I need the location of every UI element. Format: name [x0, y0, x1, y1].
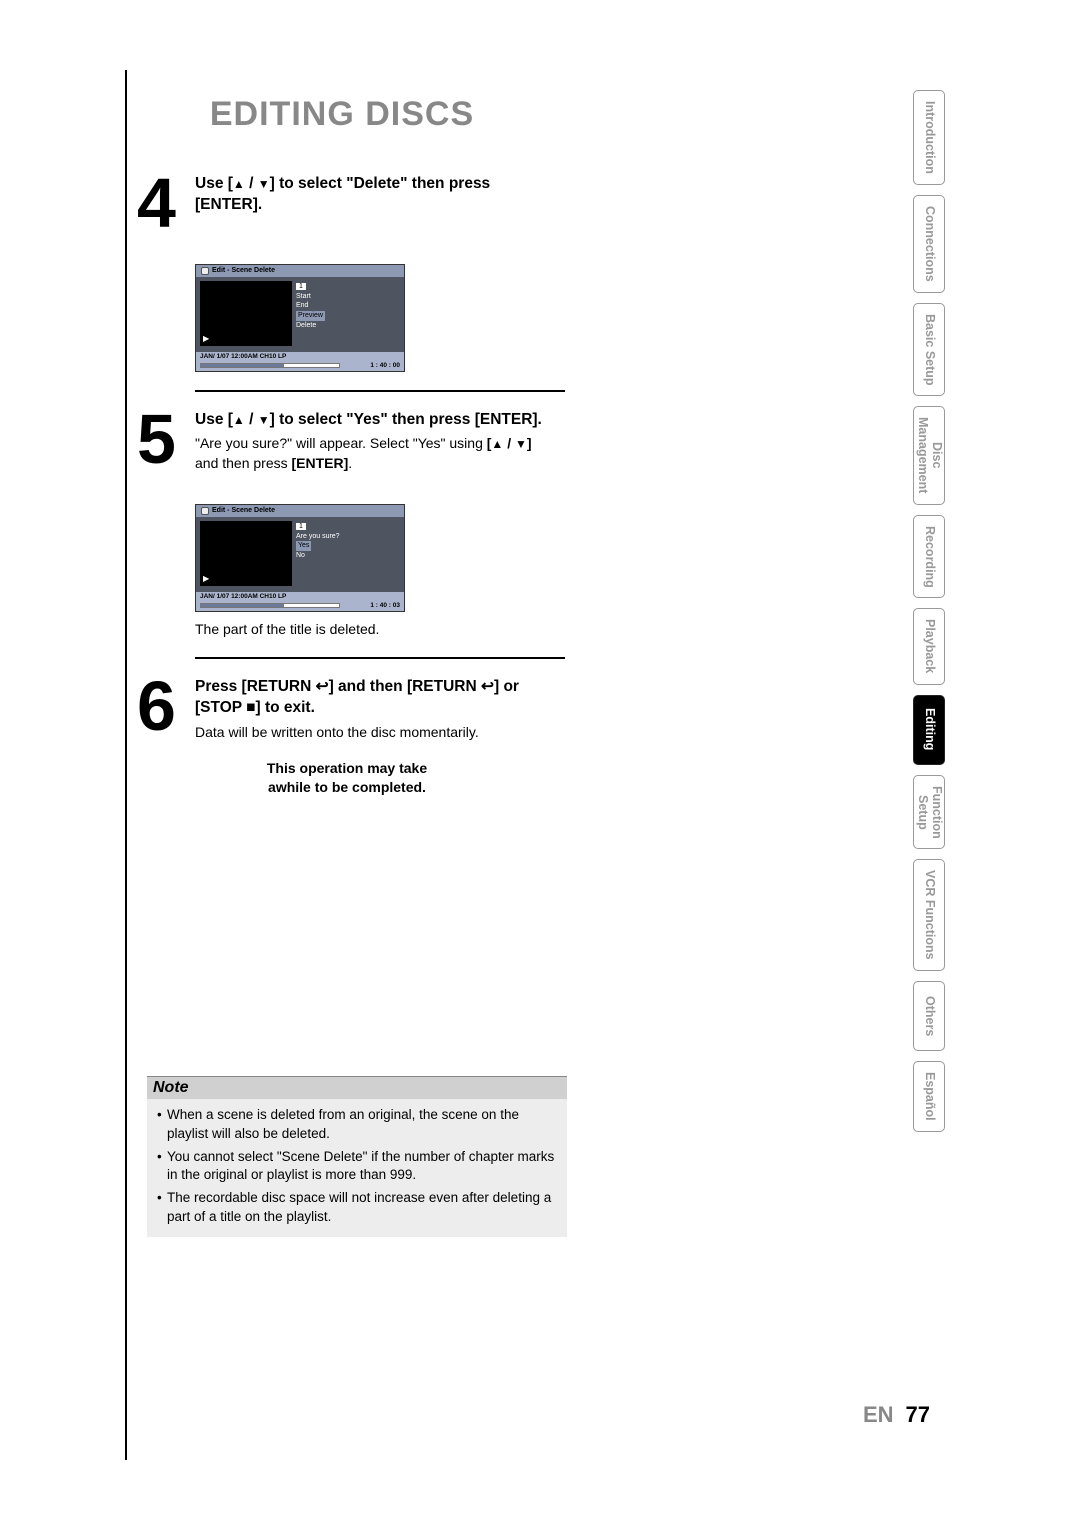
tab-recording[interactable]: Recording — [913, 515, 945, 599]
tab-playback[interactable]: Playback — [913, 608, 945, 684]
down-icon: ▼ — [258, 177, 270, 191]
tab-introduction[interactable]: Introduction — [913, 90, 945, 185]
tab-basic-setup[interactable]: Basic Setup — [913, 303, 945, 397]
step-number: 4 — [137, 174, 195, 234]
step-number: 5 — [137, 410, 195, 470]
step-6-heading: Press [RETURN ↩] and then [RETURN ↩] or … — [195, 677, 557, 719]
step-5-result: The part of the title is deleted. — [195, 620, 557, 640]
tab-espanol[interactable]: Español — [913, 1061, 945, 1132]
preview-pane: ▶ — [200, 281, 292, 346]
disc-icon — [201, 507, 209, 515]
step-6-desc: Data will be written onto the disc momen… — [195, 723, 557, 743]
preview-pane: ▶ — [200, 521, 292, 586]
play-icon: ▶ — [203, 334, 209, 343]
step-5: 5 Use [▲ / ▼] to select "Yes" then press… — [137, 410, 557, 474]
tab-disc-management[interactable]: Disc Management — [913, 406, 945, 504]
return-icon: ↩ — [481, 678, 494, 695]
step-4-heading: Use [▲ / ▼] to select "Delete" then pres… — [195, 174, 557, 216]
lang-indicator: EN — [863, 1402, 894, 1427]
page-footer: EN 77 — [863, 1402, 930, 1428]
tab-connections[interactable]: Connections — [913, 195, 945, 293]
tab-editing[interactable]: Editing — [913, 695, 945, 765]
down-icon: ▼ — [258, 413, 270, 427]
step-5-desc: "Are you sure?" will appear. Select "Yes… — [195, 434, 557, 473]
step-5-heading: Use [▲ / ▼] to select "Yes" then press [… — [195, 410, 557, 431]
up-icon: ▲ — [233, 413, 245, 427]
note-section: Note When a scene is deleted from an ori… — [147, 1076, 567, 1237]
disc-icon — [201, 267, 209, 275]
note-item: The recordable disc space will not incre… — [157, 1189, 557, 1226]
return-icon: ↩ — [316, 678, 329, 695]
page-title: EDITING DISCS — [127, 95, 557, 134]
step-6: 6 Press [RETURN ↩] and then [RETURN ↩] o… — [137, 677, 557, 796]
note-item: When a scene is deleted from an original… — [157, 1106, 557, 1143]
section-tabs: Introduction Connections Basic Setup Dis… — [913, 90, 945, 1132]
step-4: 4 Use [▲ / ▼] to select "Delete" then pr… — [137, 174, 557, 234]
up-icon: ▲ — [233, 177, 245, 191]
step-number: 6 — [137, 677, 195, 737]
note-heading: Note — [147, 1076, 567, 1099]
tab-others[interactable]: Others — [913, 981, 945, 1051]
tab-vcr-functions[interactable]: VCR Functions — [913, 859, 945, 971]
screen-confirm: Edit - Scene Delete ▶ 1 Are you sure? Ye… — [195, 504, 405, 612]
page-number: 77 — [906, 1402, 930, 1427]
play-icon: ▶ — [203, 574, 209, 583]
note-item: You cannot select "Scene Delete" if the … — [157, 1148, 557, 1185]
screen-delete-menu: Edit - Scene Delete ▶ 1 Start End Previe… — [195, 264, 405, 372]
step-6-note: This operation may take awhile to be com… — [137, 759, 557, 797]
tab-function-setup[interactable]: Function Setup — [913, 775, 945, 850]
